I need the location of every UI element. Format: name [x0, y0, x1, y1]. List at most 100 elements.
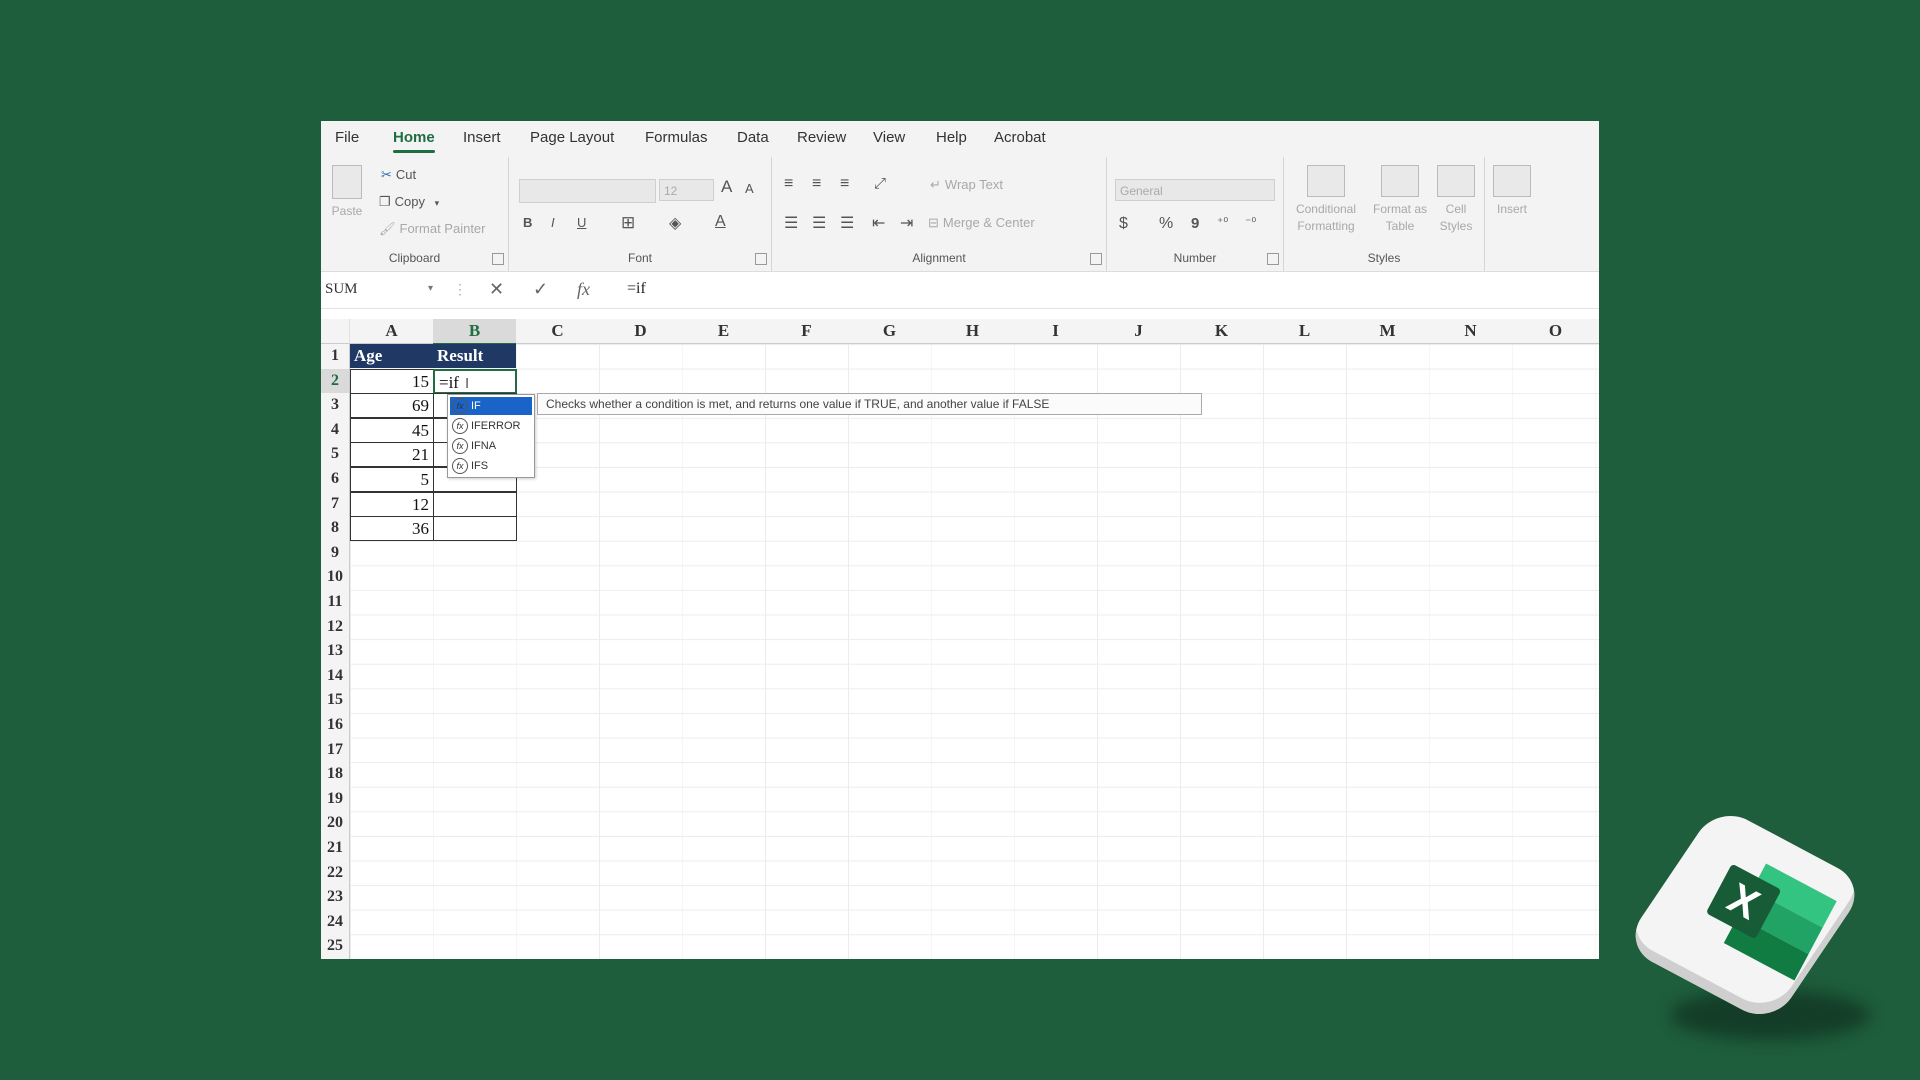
col-header-n[interactable]: N	[1429, 319, 1513, 344]
col-header-k[interactable]: K	[1180, 319, 1264, 344]
col-header-h[interactable]: H	[931, 319, 1015, 344]
row-header-22[interactable]: 22	[321, 860, 350, 887]
formula-input[interactable]: =if	[627, 278, 646, 300]
row-header-8[interactable]: 8	[321, 516, 350, 542]
col-header-l[interactable]: L	[1263, 319, 1347, 344]
conditional-formatting-button[interactable]: Conditional Formatting	[1286, 165, 1366, 235]
menu-home[interactable]: Home	[393, 129, 435, 153]
decrease-indent-button[interactable]: ⇤	[872, 213, 885, 233]
menu-review[interactable]: Review	[797, 129, 846, 146]
format-as-table-button[interactable]: Format as Table	[1370, 165, 1430, 235]
cell-area[interactable]	[350, 344, 1599, 959]
percent-button[interactable]: %	[1159, 215, 1173, 233]
menu-view[interactable]: View	[873, 129, 905, 146]
row-header-16[interactable]: 16	[321, 713, 350, 739]
wrap-text-button[interactable]: ↵ Wrap Text	[930, 177, 1003, 193]
cell-b8[interactable]	[433, 516, 517, 542]
cell-a7[interactable]: 12	[350, 491, 434, 517]
col-header-o[interactable]: O	[1512, 319, 1599, 344]
font-size-dropdown[interactable]: 12	[659, 179, 714, 201]
orientation-button[interactable]: ⤢	[874, 175, 886, 192]
comma-button[interactable]: 9	[1191, 215, 1199, 232]
format-painter-button[interactable]: 🖌 Format Painter	[379, 221, 486, 237]
cell-a8[interactable]: 36	[350, 516, 434, 542]
paste-button[interactable]: Paste	[325, 165, 369, 220]
menu-acrobat[interactable]: Acrobat	[994, 129, 1046, 146]
col-header-i[interactable]: I	[1014, 319, 1098, 344]
currency-button[interactable]: $	[1119, 215, 1128, 233]
enter-icon[interactable]: ✓	[533, 278, 548, 300]
font-color-button[interactable]: A	[715, 213, 726, 231]
col-header-m[interactable]: M	[1346, 319, 1430, 344]
row-header-13[interactable]: 13	[321, 639, 350, 665]
row-header-12[interactable]: 12	[321, 614, 350, 641]
row-header-7[interactable]: 7	[321, 491, 350, 518]
italic-button[interactable]: I	[551, 215, 555, 230]
number-format-dropdown[interactable]: General	[1115, 179, 1275, 201]
middle-align-button[interactable]: ≡	[812, 175, 821, 193]
row-header-24[interactable]: 24	[321, 909, 350, 936]
borders-button[interactable]: ⊞	[621, 213, 635, 233]
row-header-1[interactable]: 1	[321, 344, 350, 370]
menu-insert[interactable]: Insert	[463, 129, 501, 146]
font-launcher-icon[interactable]	[755, 253, 767, 265]
row-header-18[interactable]: 18	[321, 762, 350, 788]
menu-data[interactable]: Data	[737, 129, 769, 146]
cell-b7[interactable]	[433, 491, 517, 517]
align-right-button[interactable]: ☰	[840, 213, 854, 233]
cell-a3[interactable]: 69	[350, 393, 434, 419]
cell-a6[interactable]: 5	[350, 467, 434, 492]
grow-font-button[interactable]: A	[721, 177, 732, 197]
select-all-corner[interactable]	[321, 319, 350, 344]
col-header-c[interactable]: C	[516, 319, 600, 344]
row-header-23[interactable]: 23	[321, 885, 350, 911]
font-family-dropdown[interactable]	[519, 179, 656, 203]
col-header-j[interactable]: J	[1097, 319, 1181, 344]
row-header-20[interactable]: 20	[321, 811, 350, 837]
cell-styles-button[interactable]: Cell Styles	[1430, 165, 1482, 235]
increase-decimal-button[interactable]: ⁺⁰	[1217, 215, 1228, 229]
col-header-d[interactable]: D	[599, 319, 683, 344]
autocomplete-item-ifna[interactable]: fx IFNA	[450, 437, 532, 455]
row-header-4[interactable]: 4	[321, 417, 350, 444]
row-header-9[interactable]: 9	[321, 540, 350, 567]
alignment-launcher-icon[interactable]	[1090, 253, 1102, 265]
decrease-decimal-button[interactable]: ⁻⁰	[1245, 215, 1256, 229]
copy-button[interactable]: ❐ Copy ▾	[379, 194, 443, 210]
top-align-button[interactable]: ≡	[784, 175, 793, 193]
col-header-b[interactable]: B	[433, 319, 517, 345]
clipboard-launcher-icon[interactable]	[492, 253, 504, 265]
row-header-14[interactable]: 14	[321, 663, 350, 690]
cancel-icon[interactable]: ✕	[489, 278, 504, 300]
col-header-a[interactable]: A	[350, 319, 434, 344]
cell-b2-editing[interactable]: =if Ⅰ	[433, 368, 517, 394]
row-header-10[interactable]: 10	[321, 565, 350, 591]
row-header-5[interactable]: 5	[321, 442, 350, 468]
row-header-15[interactable]: 15	[321, 688, 350, 714]
cell-b1[interactable]: Result	[433, 344, 516, 368]
cell-a4[interactable]: 45	[350, 417, 434, 443]
col-header-f[interactable]: F	[765, 319, 849, 344]
cut-button[interactable]: ✂ Cut	[381, 167, 416, 183]
chevron-down-icon[interactable]: ▾	[428, 278, 433, 300]
cell-a1[interactable]: Age	[350, 344, 433, 368]
row-header-25[interactable]: 25	[321, 934, 350, 959]
increase-indent-button[interactable]: ⇥	[900, 213, 913, 233]
row-header-6[interactable]: 6	[321, 467, 350, 493]
fill-color-button[interactable]: ◈	[669, 213, 681, 233]
row-header-21[interactable]: 21	[321, 836, 350, 862]
menu-help[interactable]: Help	[936, 129, 967, 146]
autocomplete-item-ifs[interactable]: fx IFS	[450, 457, 532, 475]
cell-a5[interactable]: 21	[350, 442, 434, 468]
cell-a2[interactable]: 15	[350, 368, 434, 394]
name-box[interactable]: SUM ▾	[325, 278, 435, 300]
col-header-g[interactable]: G	[848, 319, 932, 344]
row-header-2[interactable]: 2	[321, 368, 350, 395]
underline-button[interactable]: U	[577, 215, 586, 230]
row-header-19[interactable]: 19	[321, 786, 350, 813]
number-launcher-icon[interactable]	[1267, 253, 1279, 265]
row-header-17[interactable]: 17	[321, 737, 350, 764]
bottom-align-button[interactable]: ≡	[840, 175, 849, 193]
insert-cells-button[interactable]: Insert	[1487, 165, 1537, 218]
autocomplete-item-if[interactable]: fx IF	[450, 397, 532, 415]
